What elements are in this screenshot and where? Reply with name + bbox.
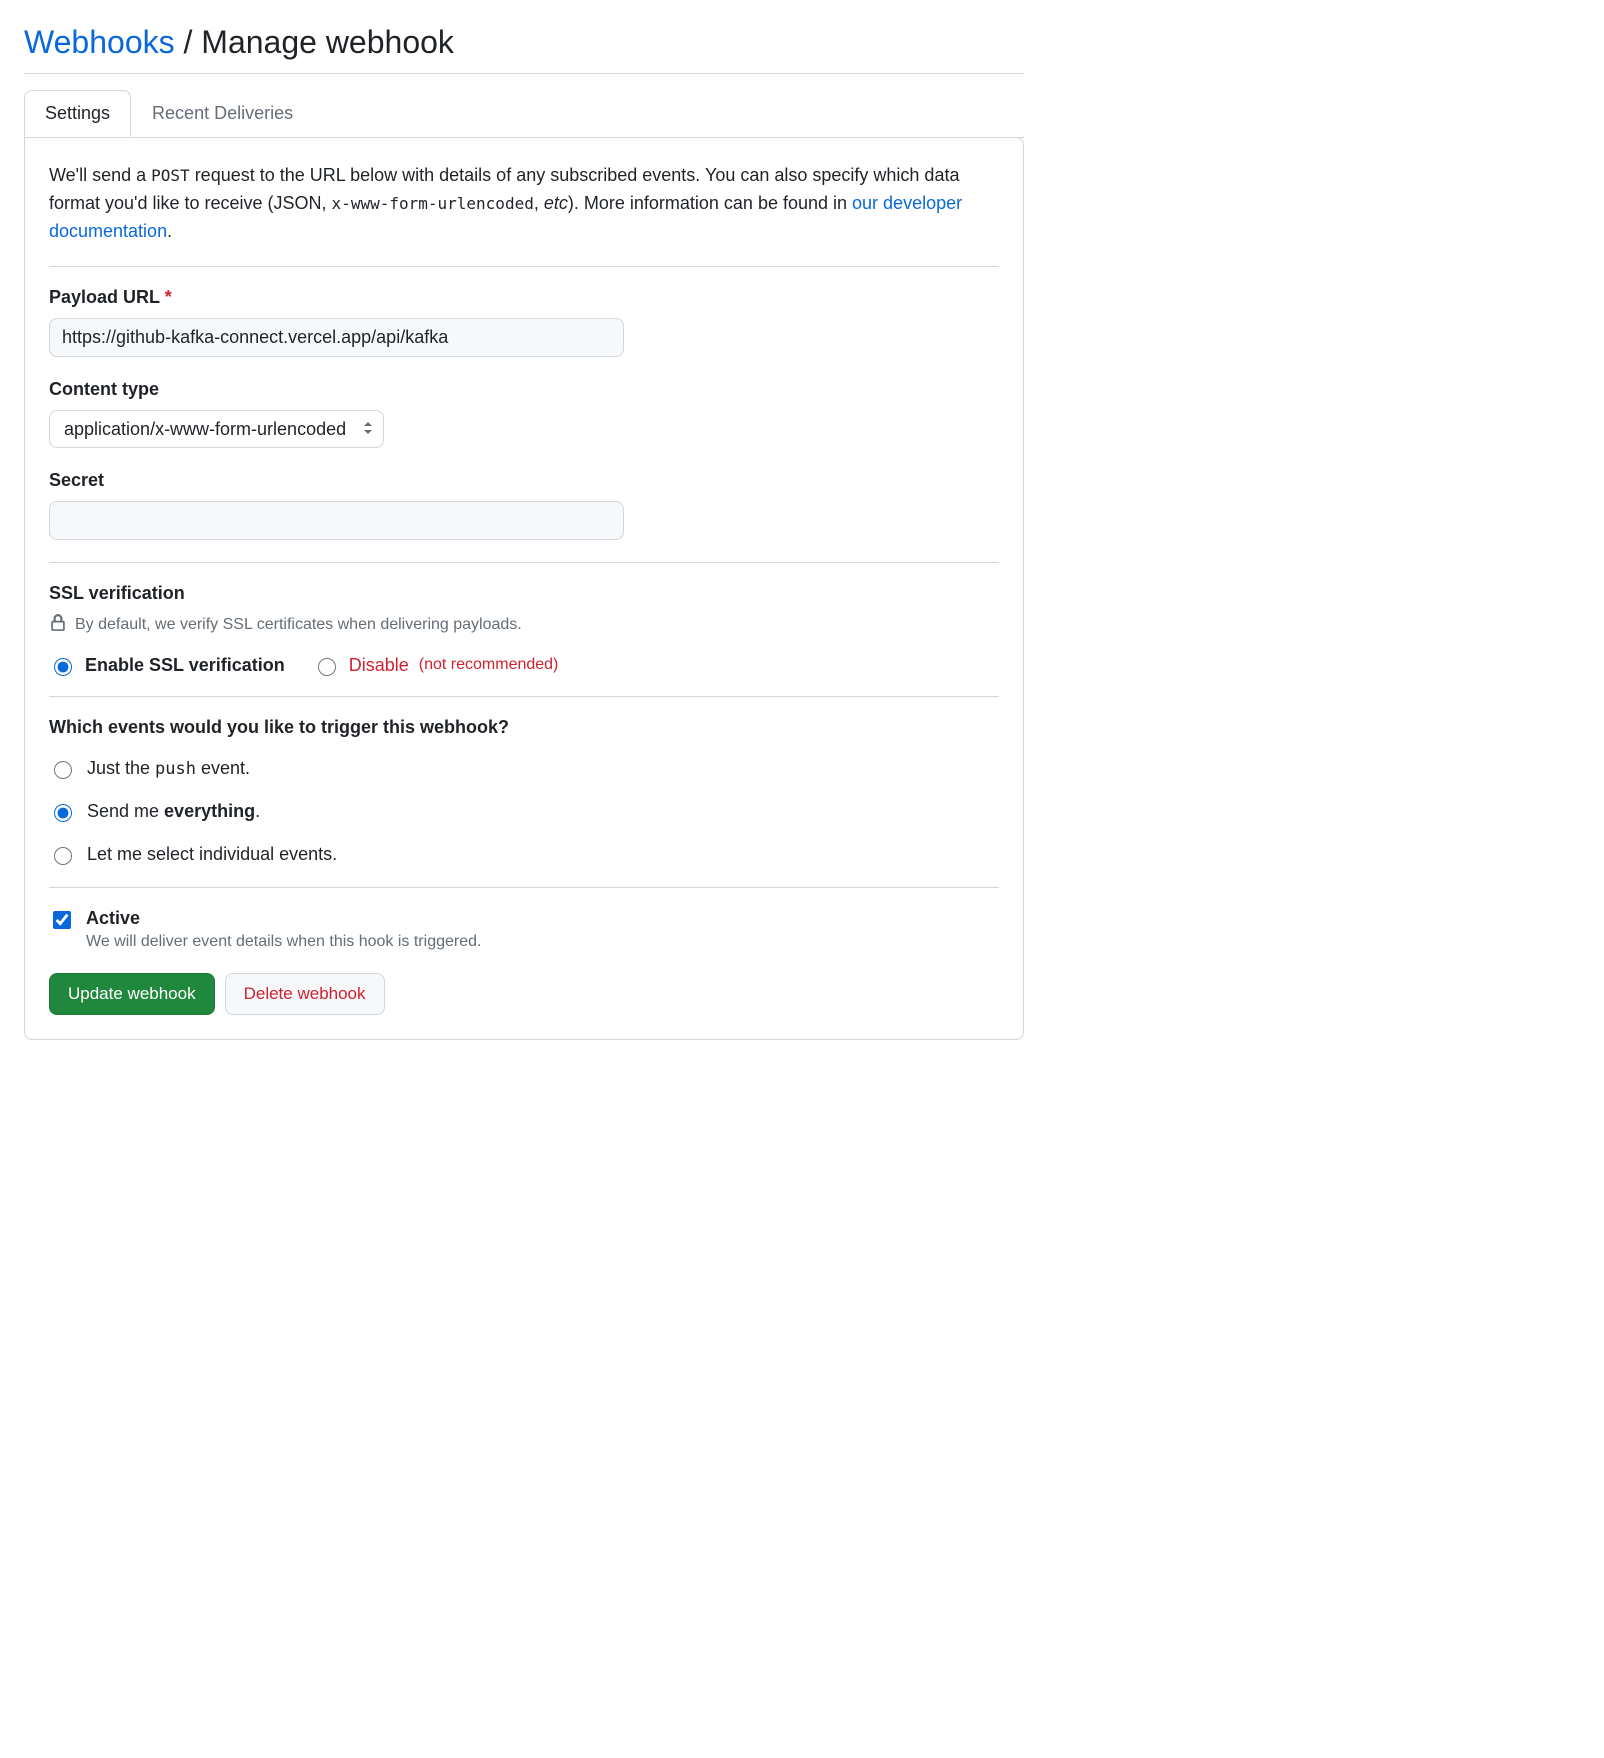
secret-input[interactable] xyxy=(49,501,624,540)
divider xyxy=(49,266,999,267)
secret-label: Secret xyxy=(49,470,999,491)
events-heading: Which events would you like to trigger t… xyxy=(49,717,999,738)
lock-icon xyxy=(49,614,67,637)
events-option-individual[interactable]: Let me select individual events. xyxy=(49,844,999,865)
tab-settings[interactable]: Settings xyxy=(24,90,131,137)
tab-recent-deliveries[interactable]: Recent Deliveries xyxy=(131,90,314,137)
events-everything-radio[interactable] xyxy=(54,804,72,822)
ssl-heading: SSL verification xyxy=(49,583,999,604)
ssl-disable-option[interactable]: Disable (not recommended) xyxy=(313,655,559,676)
content-type-label: Content type xyxy=(49,379,999,400)
ssl-enable-option[interactable]: Enable SSL verification xyxy=(49,655,285,676)
divider xyxy=(49,562,999,563)
events-option-push[interactable]: Just the push event. xyxy=(49,758,999,779)
divider xyxy=(49,887,999,888)
active-checkbox[interactable] xyxy=(53,911,71,929)
ssl-disable-radio[interactable] xyxy=(318,658,336,676)
page-header: Webhooks / Manage webhook xyxy=(24,24,1024,74)
breadcrumb-separator: / xyxy=(175,24,202,60)
content-type-select[interactable]: application/x-www-form-urlencoded xyxy=(49,410,384,448)
page-title: Manage webhook xyxy=(201,24,454,60)
update-webhook-button[interactable]: Update webhook xyxy=(49,973,215,1015)
divider xyxy=(49,696,999,697)
breadcrumb-link[interactable]: Webhooks xyxy=(24,24,175,60)
intro-text: We'll send a POST request to the URL bel… xyxy=(49,162,999,246)
events-individual-radio[interactable] xyxy=(54,847,72,865)
delete-webhook-button[interactable]: Delete webhook xyxy=(225,973,385,1015)
tab-bar: Settings Recent Deliveries xyxy=(24,90,1024,138)
ssl-enable-radio[interactable] xyxy=(54,658,72,676)
payload-url-label: Payload URL * xyxy=(49,287,999,308)
events-option-everything[interactable]: Send me everything. xyxy=(49,801,999,822)
settings-panel: We'll send a POST request to the URL bel… xyxy=(24,137,1024,1040)
active-note: We will deliver event details when this … xyxy=(86,933,481,951)
payload-url-input[interactable] xyxy=(49,318,624,357)
active-label: Active xyxy=(86,908,481,929)
events-push-radio[interactable] xyxy=(54,761,72,779)
ssl-note: By default, we verify SSL certificates w… xyxy=(49,614,999,637)
